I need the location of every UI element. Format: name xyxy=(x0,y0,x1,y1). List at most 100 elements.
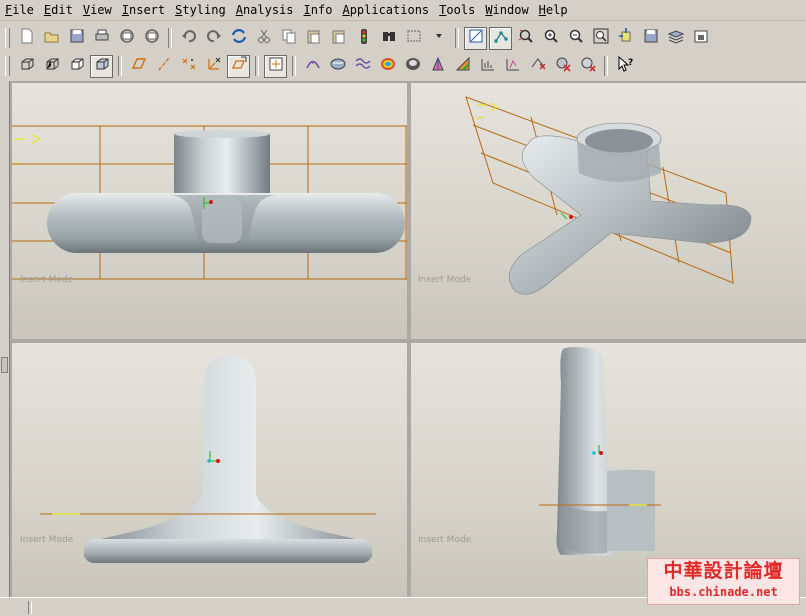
reflection-button[interactable] xyxy=(501,55,524,78)
regen-traffic-light-button[interactable] xyxy=(352,27,375,50)
menu-help[interactable]: Help xyxy=(534,0,573,20)
coordinate-system-button[interactable] xyxy=(202,55,225,78)
new-button[interactable] xyxy=(15,27,38,50)
saved-views-icon xyxy=(642,27,660,49)
reflection-icon xyxy=(504,55,522,77)
active-plane-button[interactable] xyxy=(227,54,250,78)
section-button[interactable] xyxy=(326,55,349,78)
cut-button[interactable] xyxy=(252,27,275,50)
open-button[interactable] xyxy=(40,27,63,50)
datum-axis-button[interactable] xyxy=(152,55,175,78)
print-button[interactable] xyxy=(90,27,113,50)
selection-dropdown-icon xyxy=(430,27,448,49)
viewport-side[interactable]: Insert Mode xyxy=(12,343,407,597)
toolbar-grip[interactable] xyxy=(5,56,10,76)
regenerate-button[interactable] xyxy=(227,27,250,50)
delete-analysis-icon xyxy=(554,55,572,77)
view-manager-button[interactable] xyxy=(689,27,712,50)
hidden-line-button[interactable] xyxy=(40,55,63,78)
refit-button[interactable] xyxy=(514,27,537,50)
viewport-front[interactable]: Insert Mode xyxy=(12,83,407,339)
shade-analysis-icon xyxy=(529,55,547,77)
zoom-out-button[interactable] xyxy=(564,27,587,50)
selection-box-button[interactable] xyxy=(402,27,425,50)
wireframe-button[interactable] xyxy=(15,55,38,78)
deviation-button[interactable] xyxy=(376,55,399,78)
offset-button[interactable] xyxy=(351,55,374,78)
datum-axes-button[interactable] xyxy=(489,26,512,50)
curvature-button[interactable] xyxy=(301,55,324,78)
send-mail-button[interactable] xyxy=(115,27,138,50)
menu-applications[interactable]: Applications xyxy=(337,0,434,20)
paste-special-button[interactable] xyxy=(327,27,350,50)
dihedral-button[interactable] xyxy=(476,55,499,78)
watermark-url: bbs.chinade.net xyxy=(669,585,778,599)
datum-axes-side xyxy=(52,451,220,515)
viewport-mode-label: Insert Mode xyxy=(20,275,74,285)
draft-button[interactable] xyxy=(426,55,449,78)
internal-plane-button[interactable] xyxy=(264,54,287,78)
toolbar-grip[interactable] xyxy=(5,28,10,48)
find-binoculars-button[interactable] xyxy=(377,27,400,50)
curvature-icon xyxy=(304,55,322,77)
menu-insert[interactable]: Insert xyxy=(117,0,170,20)
no-hidden-button[interactable] xyxy=(65,55,88,78)
menu-styling[interactable]: Styling xyxy=(170,0,231,20)
datum-plane-icon xyxy=(130,55,148,77)
layers-button[interactable] xyxy=(664,27,687,50)
no-hidden-icon xyxy=(68,55,86,77)
undo-icon xyxy=(180,27,198,49)
paste-button[interactable] xyxy=(302,27,325,50)
gaussian-button[interactable] xyxy=(401,55,424,78)
find-binoculars-icon xyxy=(380,27,398,49)
part-body xyxy=(47,130,405,253)
graphics-area: Insert Mode Insert Mode Insert Mode Inse… xyxy=(0,81,806,597)
selection-box-icon xyxy=(405,27,423,49)
menu-view[interactable]: View xyxy=(78,0,117,20)
zoom-in-button[interactable] xyxy=(539,27,562,50)
redo-button[interactable] xyxy=(202,27,225,50)
shade-analysis-button[interactable] xyxy=(526,55,549,78)
forum-watermark: 中華設計論壇 bbs.chinade.net xyxy=(647,558,800,605)
delete-analysis-button[interactable] xyxy=(551,55,574,78)
shading-button[interactable] xyxy=(90,54,113,78)
viewport-isometric[interactable]: Insert Mode xyxy=(411,83,806,339)
undo-button[interactable] xyxy=(177,27,200,50)
datum-display-button[interactable] xyxy=(464,26,487,50)
copy-button[interactable] xyxy=(277,27,300,50)
saved-views-button[interactable] xyxy=(639,27,662,50)
side-view-svg xyxy=(40,355,376,563)
toolbar-separator xyxy=(168,28,172,48)
watermark-title: 中華設計論壇 xyxy=(663,560,784,582)
selection-dropdown-button[interactable] xyxy=(427,27,450,50)
save-button[interactable] xyxy=(65,27,88,50)
new-icon xyxy=(18,27,36,49)
offset-icon xyxy=(354,55,372,77)
dihedral-icon xyxy=(479,55,497,77)
send-mail-icon xyxy=(118,27,136,49)
expand-tree-handle[interactable] xyxy=(1,357,8,373)
model-tree-collapsed-strip[interactable] xyxy=(0,81,10,597)
cut-icon xyxy=(255,27,273,49)
paste-icon xyxy=(305,27,323,49)
hide-analysis-button[interactable] xyxy=(576,55,599,78)
menu-tools[interactable]: Tools xyxy=(434,0,480,20)
datum-axis-icon xyxy=(155,55,173,77)
datum-point-button[interactable] xyxy=(177,55,200,78)
hide-analysis-icon xyxy=(579,55,597,77)
menu-edit[interactable]: Edit xyxy=(39,0,78,20)
context-help-button[interactable]: ? xyxy=(613,55,636,78)
menu-analysis[interactable]: Analysis xyxy=(231,0,299,20)
zoom-fit-button[interactable] xyxy=(589,27,612,50)
wireframe-icon xyxy=(18,55,36,77)
datum-plane-button[interactable] xyxy=(127,55,150,78)
toolbar-separator xyxy=(255,56,259,76)
isometric-view-svg xyxy=(465,96,752,295)
slope-button[interactable] xyxy=(451,55,474,78)
mail-attach-button[interactable] xyxy=(140,27,163,50)
open-icon xyxy=(43,27,61,49)
menu-file[interactable]: File xyxy=(0,0,39,20)
menu-info[interactable]: Info xyxy=(299,0,338,20)
menu-window[interactable]: Window xyxy=(480,0,533,20)
reorient-button[interactable] xyxy=(614,27,637,50)
